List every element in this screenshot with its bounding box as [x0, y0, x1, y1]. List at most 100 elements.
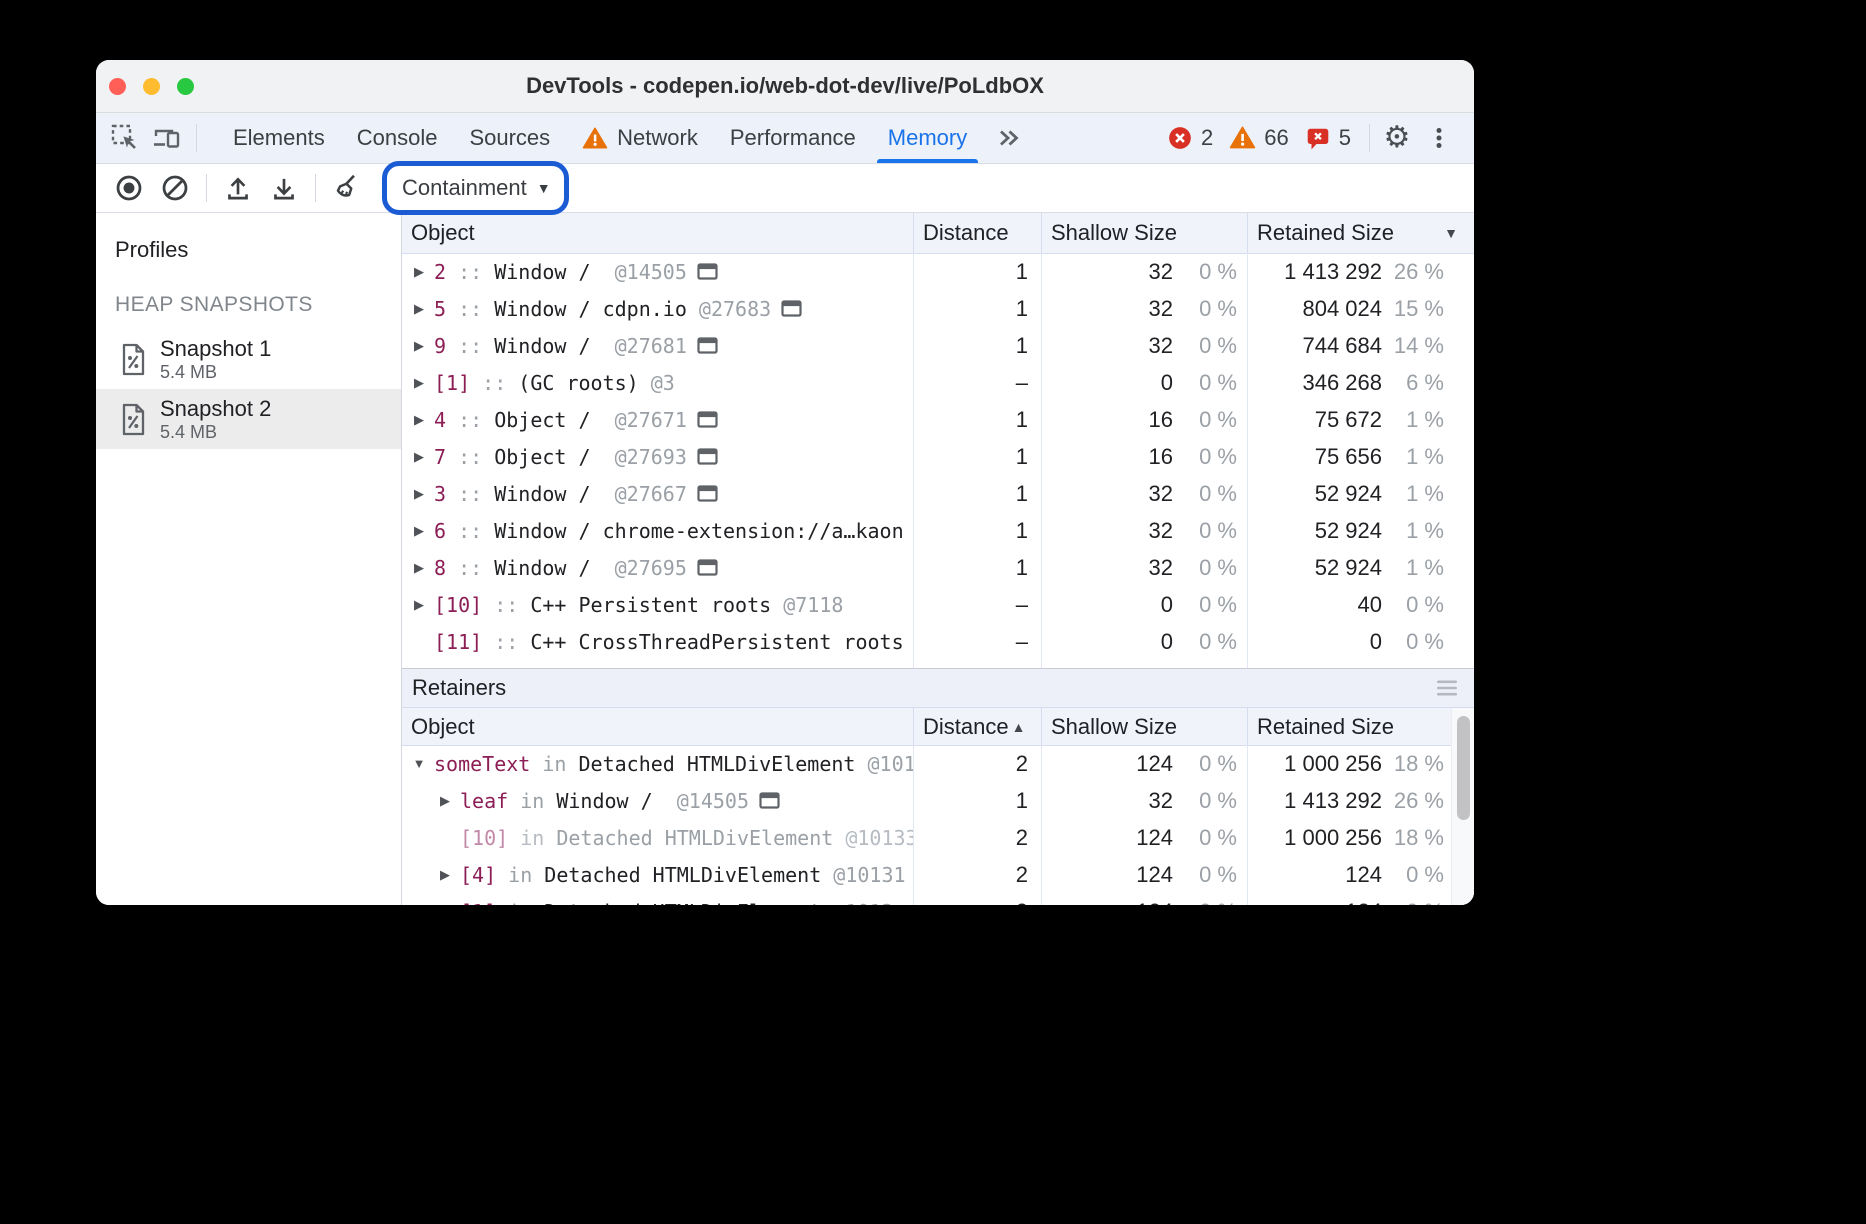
- distance-value: 1: [1016, 407, 1028, 433]
- column-header-distance[interactable]: Distance: [913, 213, 1041, 253]
- table-row[interactable]: ▶9 :: Window / @27681 1 320 % 744 68414 …: [402, 327, 1474, 364]
- device-toolbar-icon[interactable]: [146, 118, 188, 158]
- table-row[interactable]: ▶8 :: Window / @27695 1 320 % 52 9241 %: [402, 549, 1474, 586]
- expand-icon[interactable]: ▶: [410, 264, 428, 280]
- object-name: Window /: [494, 556, 590, 580]
- separator: ::: [446, 519, 494, 543]
- tab-elements[interactable]: Elements: [217, 113, 341, 163]
- reveal-icon[interactable]: [697, 411, 718, 428]
- snapshot-item-2[interactable]: Snapshot 25.4 MB: [96, 389, 401, 449]
- snapshot-item-1[interactable]: Snapshot 15.4 MB: [96, 329, 401, 389]
- expand-icon[interactable]: ▶: [410, 486, 428, 502]
- reveal-icon[interactable]: [759, 792, 780, 809]
- reveal-icon[interactable]: [697, 263, 718, 280]
- table-row[interactable]: [11] :: C++ CrossThreadPersistent roots …: [402, 623, 1474, 660]
- retained-size-percent: 18 %: [1382, 825, 1444, 851]
- expand-icon[interactable]: ▶: [410, 560, 428, 576]
- sort-ascending-icon: ▲: [1012, 719, 1026, 735]
- reveal-icon[interactable]: [697, 559, 718, 576]
- record-icon[interactable]: [106, 168, 152, 208]
- column-header-label: Distance: [923, 220, 1009, 246]
- retained-size-value: 52 924: [1247, 518, 1382, 544]
- load-profile-icon[interactable]: [215, 168, 261, 208]
- expand-icon[interactable]: ▼: [410, 756, 428, 771]
- snapshot-list: Snapshot 15.4 MBSnapshot 25.4 MB: [96, 329, 401, 449]
- table-row[interactable]: ▶2 :: Window / @14505 1 320 % 1 413 2922…: [402, 253, 1474, 290]
- tab-console[interactable]: Console: [341, 113, 454, 163]
- expand-icon[interactable]: ▶: [410, 375, 428, 391]
- block-icon[interactable]: [152, 168, 198, 208]
- object-name: Window /: [494, 334, 590, 358]
- column-header-shallow-size[interactable]: Shallow Size: [1041, 708, 1247, 745]
- table-row[interactable]: ▶5 :: Window / cdpn.io @27683 1 320 % 80…: [402, 290, 1474, 327]
- expand-icon[interactable]: ▶: [436, 867, 454, 883]
- separator: ::: [446, 482, 494, 506]
- retained-size-percent: 1 %: [1382, 555, 1444, 581]
- retained-size-percent: 26 %: [1382, 788, 1444, 814]
- column-header-distance[interactable]: Distance▲: [913, 708, 1041, 745]
- expand-icon[interactable]: ▶: [410, 301, 428, 317]
- zoom-window-button[interactable]: [177, 78, 194, 95]
- expand-icon[interactable]: ▶: [436, 793, 454, 809]
- scrollbar-thumb[interactable]: [1457, 716, 1470, 820]
- expand-icon[interactable]: ▶: [410, 449, 428, 465]
- table-row[interactable]: [10] in Detached HTMLDivElement @10133 2…: [402, 819, 1474, 856]
- error-icon: [1167, 125, 1193, 151]
- tab-network[interactable]: Network: [566, 113, 714, 163]
- object-index: 8: [434, 556, 446, 580]
- error-count: 2: [1201, 125, 1213, 151]
- tab-memory[interactable]: Memory: [872, 113, 983, 163]
- issues-icon: [1305, 125, 1331, 151]
- reveal-icon[interactable]: [697, 337, 718, 354]
- table-row[interactable]: ▼someText in Detached HTMLDivElement @10…: [402, 745, 1474, 782]
- tab-performance[interactable]: Performance: [714, 113, 872, 163]
- table-row[interactable]: ▶[1] :: (GC roots) @3 – 00 % 346 2686 %: [402, 364, 1474, 401]
- table-row[interactable]: ▶4 :: Object / @27671 1 160 % 75 6721 %: [402, 401, 1474, 438]
- kebab-menu-icon[interactable]: [1418, 118, 1460, 158]
- table-row[interactable]: ▶[10] :: C++ Persistent roots @7118 – 00…: [402, 586, 1474, 623]
- console-warnings-badge[interactable]: 66: [1229, 125, 1288, 151]
- hamburger-menu-icon[interactable]: [1436, 679, 1458, 697]
- minimize-window-button[interactable]: [143, 78, 160, 95]
- divider: [206, 174, 207, 202]
- window-titlebar[interactable]: DevTools - codepen.io/web-dot-dev/live/P…: [96, 60, 1474, 113]
- clear-all-icon[interactable]: [324, 168, 370, 208]
- column-header-object[interactable]: Object: [402, 708, 913, 745]
- expand-icon[interactable]: ▶: [410, 338, 428, 354]
- reveal-icon[interactable]: [781, 300, 802, 317]
- table-row[interactable]: ▶7 :: Object / @27693 1 160 % 75 6561 %: [402, 438, 1474, 475]
- column-header-object[interactable]: Object: [402, 213, 913, 253]
- settings-gear-icon[interactable]: ⚙: [1376, 118, 1418, 158]
- object-id: @10131: [821, 863, 905, 887]
- expand-icon[interactable]: ▶: [410, 597, 428, 613]
- more-tabs-button[interactable]: [983, 113, 1035, 163]
- expand-icon[interactable]: ▶: [410, 412, 428, 428]
- save-profile-icon[interactable]: [261, 168, 307, 208]
- reveal-icon[interactable]: [697, 448, 718, 465]
- table-row[interactable]: ▶leaf in Window / @14505 1 320 % 1 413 2…: [402, 782, 1474, 819]
- inspect-icon[interactable]: [104, 118, 146, 158]
- tab-sources[interactable]: Sources: [453, 113, 566, 163]
- column-header-retained-size[interactable]: Retained Size▼: [1247, 213, 1474, 253]
- console-errors-badge[interactable]: 2: [1167, 125, 1213, 151]
- column-header-retained-size[interactable]: Retained Size: [1247, 708, 1474, 745]
- table-row[interactable]: ▶6 :: Window / chrome-extension://a…kaon…: [402, 512, 1474, 549]
- distance-value: 1: [1016, 296, 1028, 322]
- shallow-size-value: 124: [1041, 899, 1173, 906]
- column-header-label: Shallow Size: [1051, 714, 1177, 740]
- containment-table-body: ▶2 :: Window / @14505 1 320 % 1 413 2922…: [402, 253, 1474, 668]
- view-mode-dropdown[interactable]: Containment: [402, 175, 527, 201]
- close-window-button[interactable]: [109, 78, 126, 95]
- retainers-table-header: ObjectDistance▲ Shallow Size Retained Size: [402, 708, 1474, 746]
- table-row[interactable]: ▶[4] in Detached HTMLDivElement @10131 2…: [402, 856, 1474, 893]
- column-header-shallow-size[interactable]: Shallow Size: [1041, 213, 1247, 253]
- expand-icon[interactable]: ▶: [410, 523, 428, 539]
- distance-value: –: [1016, 592, 1028, 618]
- issues-badge[interactable]: 5: [1305, 125, 1351, 151]
- object-name: Detached HTMLDivElement: [544, 900, 821, 906]
- table-row[interactable]: [1] in Detached HTMLDivElement @1013 2 1…: [402, 893, 1474, 905]
- reveal-icon[interactable]: [697, 485, 718, 502]
- table-row[interactable]: ▶3 :: Window / @27667 1 320 % 52 9241 %: [402, 475, 1474, 512]
- object-id: @27695: [591, 556, 687, 580]
- memory-panel-toolbar: Containment ▼: [96, 164, 1474, 213]
